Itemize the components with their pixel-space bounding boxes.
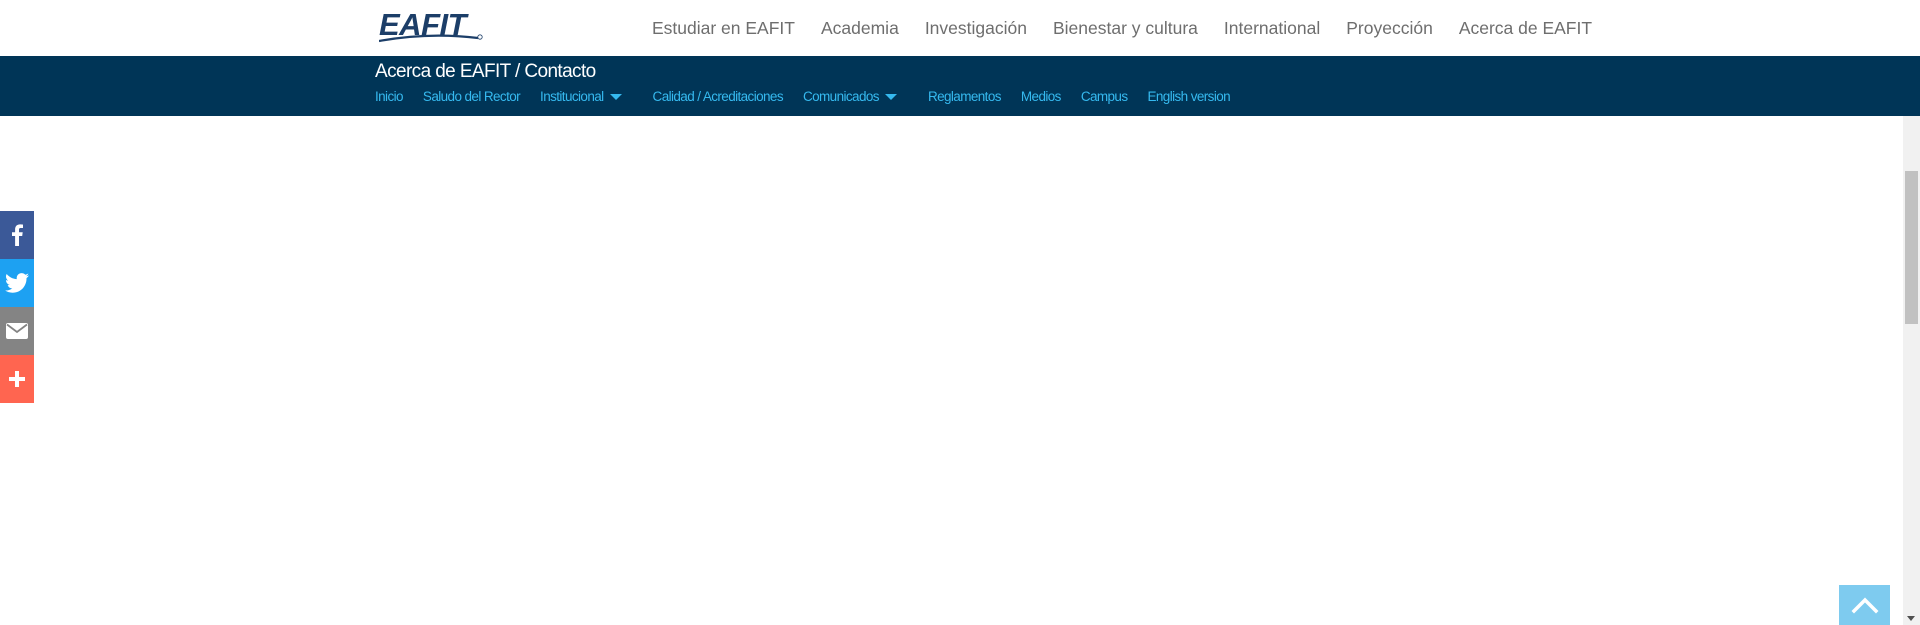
subnav-institucional[interactable]: Institucional	[540, 89, 622, 104]
logo-swoosh-icon	[379, 34, 483, 43]
nav-academia[interactable]: Academia	[821, 18, 899, 39]
subnav-reglamentos[interactable]: Reglamentos	[927, 89, 1002, 104]
scrollbar-thumb[interactable]	[1905, 171, 1918, 324]
subnav-calidad[interactable]: Calidad / Acreditaciones	[652, 89, 784, 104]
nav-international[interactable]: International	[1224, 18, 1320, 39]
email-share-button[interactable]	[0, 307, 34, 355]
subnav-label: Calidad / Acreditaciones	[652, 89, 784, 104]
subnav-label: English version	[1147, 89, 1231, 104]
top-header: EAFIT Estudiar en EAFIT Academia Investi…	[0, 0, 1920, 56]
social-share-bar	[0, 211, 34, 403]
nav-acerca[interactable]: Acerca de EAFIT	[1459, 18, 1592, 39]
nav-proyeccion[interactable]: Proyección	[1346, 18, 1433, 39]
subnav-campus[interactable]: Campus	[1081, 89, 1128, 104]
subnav-label: Campus	[1080, 89, 1128, 104]
eafit-logo[interactable]: EAFIT	[379, 9, 483, 44]
nav-investigacion[interactable]: Investigación	[925, 18, 1027, 39]
subnav-label: Comunicados	[802, 89, 880, 104]
subnav-label: Reglamentos	[927, 89, 1002, 104]
nav-estudiar[interactable]: Estudiar en EAFIT	[652, 18, 795, 39]
subnav-medios[interactable]: Medios	[1020, 89, 1062, 104]
plus-icon	[9, 371, 25, 387]
subnav-label: Medios	[1020, 89, 1062, 104]
more-share-button[interactable]	[0, 355, 34, 403]
twitter-share-button[interactable]	[0, 259, 34, 307]
chevron-up-icon	[1851, 597, 1878, 614]
subnav-english[interactable]: English version	[1147, 89, 1230, 104]
subnav-label: Saludo del Rector	[422, 89, 521, 104]
section-nav: Inicio Saludo del Rector Institucional C…	[375, 89, 1231, 104]
subnav-comunicados[interactable]: Comunicados	[803, 89, 897, 104]
nav-bienestar[interactable]: Bienestar y cultura	[1053, 18, 1198, 39]
caret-down-icon	[609, 93, 622, 100]
subnav-label: Institucional	[540, 89, 604, 104]
main-nav: Estudiar en EAFIT Academia Investigación…	[652, 0, 1618, 56]
section-title: Acerca de EAFIT / Contacto	[375, 61, 596, 82]
subnav-label: Inicio	[375, 89, 404, 104]
scroll-down-arrow-icon[interactable]	[1907, 616, 1915, 621]
subnav-inicio[interactable]: Inicio	[375, 89, 404, 104]
subnav-saludo-rector[interactable]: Saludo del Rector	[422, 89, 521, 104]
page-scrollbar[interactable]	[1903, 116, 1920, 625]
caret-down-icon	[884, 93, 897, 100]
facebook-share-button[interactable]	[0, 211, 34, 259]
twitter-icon	[5, 273, 29, 293]
section-header: Acerca de EAFIT / Contacto Inicio Saludo…	[0, 56, 1920, 116]
email-icon	[6, 323, 28, 339]
back-to-top-button[interactable]	[1839, 585, 1890, 625]
facebook-icon	[12, 224, 23, 246]
